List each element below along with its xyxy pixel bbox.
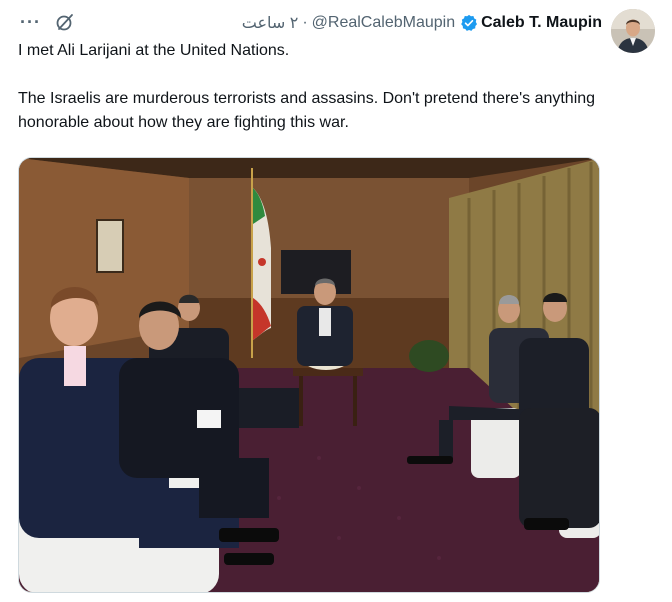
author-info: ۲ ساعت · @RealCalebMaupin Caleb T. Maupi… — [242, 13, 602, 33]
more-options-icon[interactable]: ··· — [20, 12, 41, 32]
tweet-header: ··· ۲ ساعت · @RealCalebMaupin Caleb T. M… — [0, 0, 672, 53]
verified-badge-icon — [461, 14, 478, 31]
tweet-time[interactable]: ۲ ساعت — [242, 13, 299, 33]
author-handle[interactable]: @RealCalebMaupin — [312, 14, 455, 32]
tweet-photo[interactable] — [18, 157, 600, 593]
tweet-text: I met Ali Larijani at the United Nations… — [18, 39, 618, 135]
tweet-text-line-2: The Israelis are murderous terrorists an… — [18, 90, 596, 131]
photo-icon — [19, 158, 599, 592]
author-display-name[interactable]: Caleb T. Maupin — [481, 14, 602, 32]
tweet-text-line-1: I met Ali Larijani at the United Nations… — [18, 42, 290, 59]
tweet-actions: ··· — [20, 12, 75, 32]
separator-dot: · — [302, 14, 308, 31]
grok-icon[interactable] — [55, 12, 75, 32]
